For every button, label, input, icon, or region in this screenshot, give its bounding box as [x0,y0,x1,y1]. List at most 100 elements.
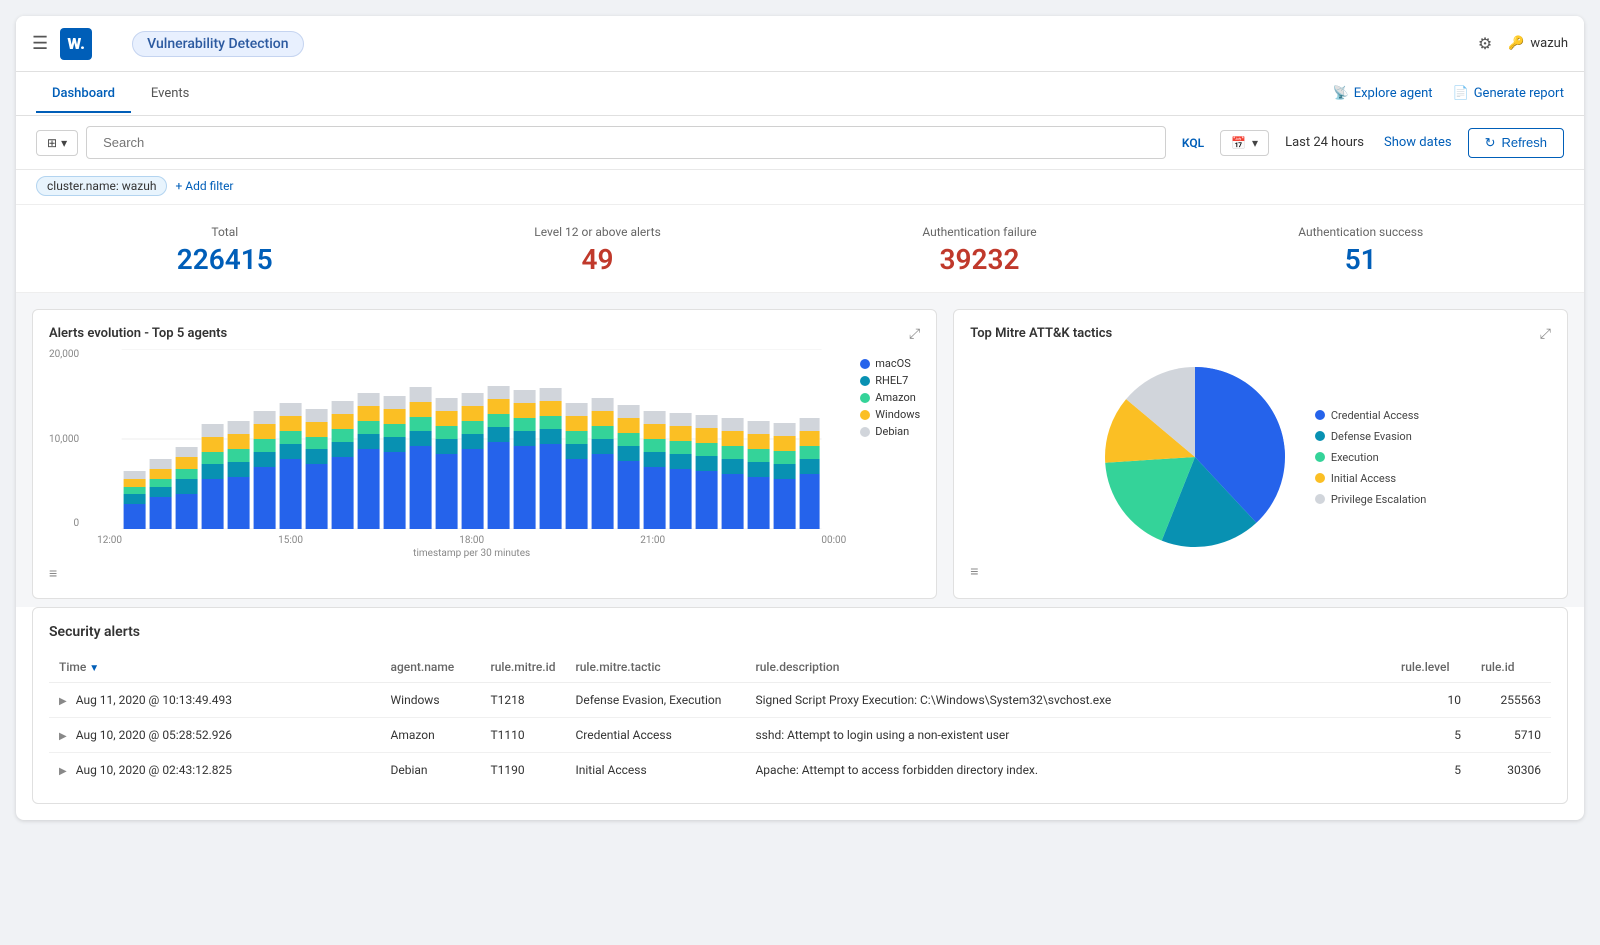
filter-button[interactable]: ⊞ ▾ [36,130,78,156]
row1-expand-icon[interactable]: ▶ [59,696,67,707]
generate-report-icon: 📄 [1453,86,1469,101]
table-row: ▶ Aug 10, 2020 @ 02:43:12.825 Debian T11… [49,753,1551,788]
stat-level12-value: 49 [534,243,660,276]
legend-windows-label: Windows [875,408,920,421]
refresh-button[interactable]: ↻ Refresh [1468,128,1564,158]
legend-rhel7-label: RHEL7 [875,374,908,387]
legend-macos-label: macOS [875,357,911,370]
date-range-text: Last 24 hours [1285,135,1364,150]
calendar-dropdown-icon: ▾ [1252,136,1258,150]
row2-time: ▶ Aug 10, 2020 @ 05:28:52.926 [49,718,381,753]
pie-legend-defense-dot [1315,431,1325,441]
pie-legend-defense-label: Defense Evasion [1331,430,1412,443]
row1-mitre-id[interactable]: T1218 [481,683,566,718]
legend-rhel7: RHEL7 [860,374,920,387]
row1-tactic: Defense Evasion, Execution [565,683,745,718]
col-header-tactic[interactable]: rule.mitre.tactic [565,652,745,683]
bar-chart-expand-icon[interactable]: ⤢ [909,326,920,342]
search-input[interactable] [95,131,1157,154]
explore-agent-label: Explore agent [1354,86,1433,101]
row3-agent[interactable]: Debian [381,753,481,788]
explore-agent-link[interactable]: 📡 Explore agent [1333,86,1433,101]
pie-chart-panel: Top Mitre ATT&K tactics ⤢ [953,309,1568,599]
app-title-badge: Vulnerability Detection [132,31,303,57]
row2-tactic: Credential Access [565,718,745,753]
x-tick-1200: 12:00 [97,535,122,546]
bar-chart-panel: Alerts evolution - Top 5 agents ⤢ 20,000… [32,309,937,599]
row3-expand-icon[interactable]: ▶ [59,766,67,777]
pie-legend-execution: Execution [1315,451,1427,464]
pie-chart-title: Top Mitre ATT&K tactics [970,326,1112,341]
alerts-title: Security alerts [49,624,1551,640]
logo-text: W. [67,34,85,53]
pie-legend-credential: Credential Access [1315,409,1427,422]
sort-time-icon: ▼ [89,663,99,674]
search-bar [86,126,1166,159]
show-dates-button[interactable]: Show dates [1384,135,1452,150]
row3-mitre-id[interactable]: T1190 [481,753,566,788]
stat-level12-label: Level 12 or above alerts [534,225,660,239]
row3-desc: Apache: Attempt to access forbidden dire… [745,753,1391,788]
stat-auth-failure-value: 39232 [922,243,1036,276]
col-header-level[interactable]: rule.level [1391,652,1471,683]
kql-button[interactable]: KQL [1174,132,1212,154]
legend-debian-label: Debian [875,425,909,438]
date-picker[interactable]: 📅 ▾ [1220,130,1269,156]
row2-ruleid[interactable]: 5710 [1471,718,1551,753]
bar-chart-title: Alerts evolution - Top 5 agents [49,326,227,341]
pie-legend-initial-label: Initial Access [1331,472,1396,485]
row1-time-value: Aug 11, 2020 @ 10:13:49.493 [76,693,232,707]
col-header-time[interactable]: Time ▼ [49,652,381,683]
calendar-icon: 📅 [1231,136,1246,150]
row1-desc: Signed Script Proxy Execution: C:\Window… [745,683,1391,718]
row2-time-value: Aug 10, 2020 @ 05:28:52.926 [76,728,232,742]
legend-windows: Windows [860,408,920,421]
col-header-ruleid[interactable]: rule.id [1471,652,1551,683]
stat-total-label: Total [177,225,273,239]
stat-auth-success-label: Authentication success [1298,225,1423,239]
row2-expand-icon[interactable]: ▶ [59,731,67,742]
row3-tactic: Initial Access [565,753,745,788]
pie-legend-execution-dot [1315,452,1325,462]
cluster-filter-tag: cluster.name: wazuh [36,176,167,196]
stat-auth-failure: Authentication failure 39232 [922,225,1036,276]
table-row: ▶ Aug 10, 2020 @ 05:28:52.926 Amazon T11… [49,718,1551,753]
refresh-label: Refresh [1501,135,1547,150]
pie-legend-privilege: Privilege Escalation [1315,493,1427,506]
row1-time: ▶ Aug 11, 2020 @ 10:13:49.493 [49,683,381,718]
col-header-desc[interactable]: rule.description [745,652,1391,683]
row1-agent[interactable]: Windows [381,683,481,718]
pie-legend-credential-dot [1315,410,1325,420]
col-time-label: Time [59,660,86,674]
row1-level: 10 [1391,683,1471,718]
pie-chart-expand-icon[interactable]: ⤢ [1540,326,1551,342]
row2-mitre-id[interactable]: T1110 [481,718,566,753]
tab-dashboard[interactable]: Dashboard [36,74,131,113]
stat-auth-success: Authentication success 51 [1298,225,1423,276]
legend-amazon-label: Amazon [875,391,916,404]
logo: W. [60,28,92,60]
col-header-agent[interactable]: agent.name [381,652,481,683]
pie-chart-options-icon[interactable]: ≡ [970,564,978,580]
row1-ruleid[interactable]: 255563 [1471,683,1551,718]
bar-chart-options-icon[interactable]: ≡ [49,566,57,582]
legend-amazon-dot [860,393,870,403]
tab-events[interactable]: Events [135,74,205,113]
col-header-mitre-id[interactable]: rule.mitre.id [481,652,566,683]
row3-level: 5 [1391,753,1471,788]
row3-ruleid[interactable]: 30306 [1471,753,1551,788]
pie-legend-privilege-dot [1315,494,1325,504]
row2-level: 5 [1391,718,1471,753]
add-filter-button[interactable]: + Add filter [175,179,233,193]
bar-chart-svg [95,349,848,529]
generate-report-link[interactable]: 📄 Generate report [1453,86,1564,101]
x-tick-1800: 18:00 [459,535,484,546]
hamburger-menu[interactable]: ☰ [32,33,48,54]
y-axis-10000: 10,000 [49,434,79,445]
filter-dropdown-icon: ▾ [61,136,67,150]
explore-agent-icon: 📡 [1333,86,1349,101]
pie-legend-credential-label: Credential Access [1331,409,1419,422]
pie-legend-initial: Initial Access [1315,472,1427,485]
row2-agent[interactable]: Amazon [381,718,481,753]
settings-icon[interactable]: ⚙ [1478,34,1492,53]
